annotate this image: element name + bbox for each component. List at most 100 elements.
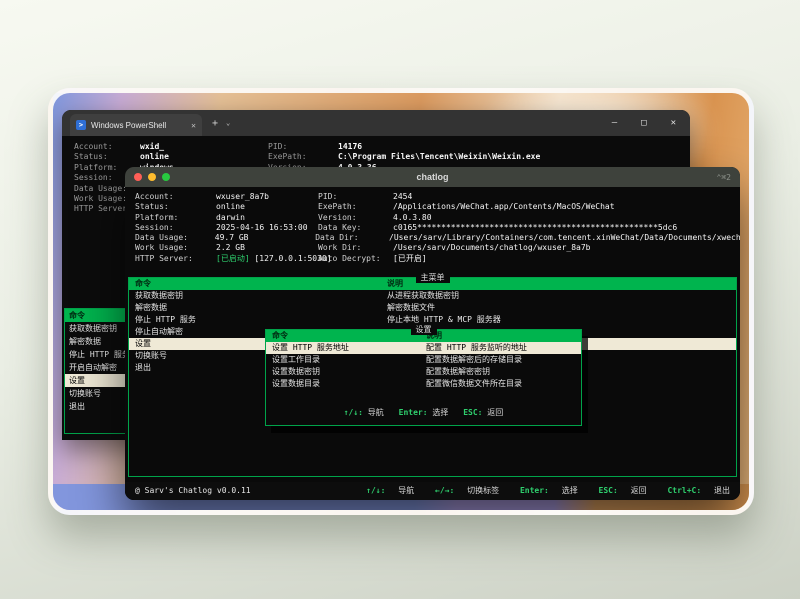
info-row: Account:wxuser_8a7bPID:2454	[135, 192, 740, 202]
field-value: 14176	[338, 142, 362, 152]
menu-row[interactable]: 解密数据解密数据文件	[129, 302, 736, 314]
field-value: 49.7 GB	[215, 233, 315, 243]
menu-description: 配置微信数据文件所在目录	[426, 378, 581, 390]
field-value: /Applications/WeChat.app/Contents/MacOS/…	[393, 202, 615, 212]
menu-description: 从进程获取数据密钥	[387, 290, 736, 302]
app-brand: @ Sarv's Chatlog v0.0.11	[135, 486, 350, 496]
menu-command: 停止 HTTP 服务	[129, 314, 387, 326]
hint-label: 返回	[487, 408, 503, 417]
wallpaper-card: > Windows PowerShell ✕ + ⌄ – □ ✕ Account…	[48, 88, 754, 515]
field-label: PID:	[318, 192, 393, 202]
info-row: Work Usage:2.2 GBWork Dir:/Users/sarv/Do…	[135, 243, 740, 253]
field-label: Platform:	[135, 213, 216, 223]
field-value: 2.2 GB	[216, 243, 318, 253]
settings-popup: 设置 命令 说明 设置 HTTP 服务地址配置 HTTP 服务监听的地址 设置工…	[265, 329, 582, 426]
menu-command: 设置数据密钥	[266, 366, 426, 378]
hint-key: Ctrl+C:	[667, 486, 701, 495]
field-label: PID:	[268, 142, 338, 152]
menu-description: 配置数据解密后的存储目录	[426, 354, 581, 366]
footer-hints: ↑/↓: 导航 ←/→: 切换标签 Enter: 选择 ESC: 返回 Ctrl…	[350, 486, 730, 496]
column-header-command: 命令	[129, 278, 387, 290]
field-label: Data Key:	[318, 223, 393, 233]
field-value: 2454	[393, 192, 412, 202]
hint-key: ↑/↓:	[366, 486, 385, 495]
field-value: 4.0.3.80	[393, 213, 432, 223]
minimize-traffic-light[interactable]	[148, 173, 156, 181]
tab-close-icon[interactable]: ✕	[191, 121, 196, 130]
popup-row-selected[interactable]: 设置 HTTP 服务地址配置 HTTP 服务监听的地址	[266, 342, 581, 354]
field-value: 2025-04-16 16:53:00	[216, 223, 318, 233]
hint-label: 导航	[368, 408, 384, 417]
hint-key: Enter:	[399, 408, 428, 417]
hint-key: ESC:	[463, 408, 482, 417]
menu-description: 配置数据解密密钥	[426, 366, 581, 378]
auto-decrypt-badge: [已开启]	[393, 254, 427, 264]
hint-label: 选择	[562, 486, 578, 495]
chatlog-window: chatlog ⌃⌘2 Account:wxuser_8a7bPID:2454 …	[125, 167, 740, 500]
field-label: Data Dir:	[315, 233, 389, 243]
field-label: Data Usage:	[135, 233, 215, 243]
field-label: Status:	[135, 202, 216, 212]
minimize-icon[interactable]: –	[612, 118, 617, 128]
menu-description: 停止本地 HTTP & MCP 服务器	[387, 314, 736, 326]
field-label: Version:	[318, 213, 393, 223]
field-label: Account:	[135, 192, 216, 202]
window-title: chatlog	[204, 172, 661, 182]
field-value: online	[216, 202, 318, 212]
field-label: Account:	[74, 142, 140, 152]
powershell-titlebar: > Windows PowerShell ✕ + ⌄ – □ ✕	[62, 110, 690, 136]
info-row-http-server: HTTP Server: [已启动] [127.0.0.1:5030] Auto…	[135, 254, 740, 264]
window-shortcut-badge: ⌃⌘2	[661, 173, 731, 182]
chatlog-info-block: Account:wxuser_8a7bPID:2454 Status:onlin…	[125, 187, 740, 264]
chatlog-content: Account:wxuser_8a7bPID:2454 Status:onlin…	[125, 187, 740, 500]
menu-command: 解密数据	[129, 302, 387, 314]
chatlog-status-bar: @ Sarv's Chatlog v0.0.11 ↑/↓: 导航 ←/→: 切换…	[125, 482, 740, 500]
ps-info-row: Account:wxid_PID:14176	[74, 142, 690, 152]
ps-info-row: Status:onlineExePath:C:\Program Files\Te…	[74, 152, 690, 162]
chatlog-titlebar: chatlog ⌃⌘2	[125, 167, 740, 187]
field-label: ExePath:	[268, 152, 338, 162]
field-value: C:\Program Files\Tencent\Weixin\Weixin.e…	[338, 152, 540, 162]
info-row: Status:onlineExePath:/Applications/WeCha…	[135, 202, 740, 212]
field-label: Auto Decrypt:	[318, 254, 393, 264]
maximize-icon[interactable]: □	[641, 118, 646, 128]
menu-command: 设置数据目录	[266, 378, 426, 390]
column-header-command: 命令	[266, 330, 426, 342]
field-value: darwin	[216, 213, 318, 223]
field-value: wxuser_8a7b	[216, 192, 318, 202]
powershell-icon: >	[76, 120, 86, 130]
field-label: Status:	[74, 152, 140, 162]
ps-menu-item-selected[interactable]: 设置	[65, 374, 125, 387]
tab-dropdown-icon[interactable]: ⌄	[226, 119, 230, 127]
zoom-traffic-light[interactable]	[162, 173, 170, 181]
popup-row[interactable]: 设置工作目录配置数据解密后的存储目录	[266, 354, 581, 366]
menu-command: 设置工作目录	[266, 354, 426, 366]
field-value: wxid_	[140, 142, 268, 152]
field-value: /Users/sarv/Library/Containers/com.tence…	[389, 233, 740, 243]
popup-row[interactable]: 设置数据密钥配置数据解密密钥	[266, 366, 581, 378]
hint-label: 导航	[398, 486, 414, 495]
hint-label: 返回	[631, 486, 647, 495]
popup-hints: ↑/↓: 导航 Enter: 选择 ESC: 返回	[266, 408, 581, 418]
field-value: online	[140, 152, 268, 162]
hint-key: ←/→:	[435, 486, 454, 495]
popup-row[interactable]: 设置数据目录配置微信数据文件所在目录	[266, 378, 581, 390]
info-row: Data Usage:49.7 GBData Dir:/Users/sarv/L…	[135, 233, 740, 243]
hint-label: 切换标签	[467, 486, 499, 495]
hint-label: 选择	[432, 408, 448, 417]
menu-command: 获取数据密钥	[129, 290, 387, 302]
menu-row[interactable]: 获取数据密钥从进程获取数据密钥	[129, 290, 736, 302]
menu-command: 设置 HTTP 服务地址	[266, 342, 426, 354]
new-tab-icon[interactable]: +	[212, 118, 218, 129]
column-header-description: 说明	[426, 330, 581, 342]
hint-label: 退出	[714, 486, 730, 495]
powershell-tab[interactable]: > Windows PowerShell ✕	[70, 114, 202, 136]
field-value: /Users/sarv/Documents/chatlog/wxuser_8a7…	[393, 243, 590, 253]
info-row: Session:2025-04-16 16:53:00Data Key:c016…	[135, 223, 740, 233]
info-row: Platform:darwinVersion:4.0.3.80	[135, 213, 740, 223]
menu-description: 解密数据文件	[387, 302, 736, 314]
close-icon[interactable]: ✕	[671, 118, 676, 128]
field-label: HTTP Server:	[135, 254, 216, 264]
powershell-tab-title: Windows PowerShell	[91, 121, 186, 130]
close-traffic-light[interactable]	[134, 173, 142, 181]
